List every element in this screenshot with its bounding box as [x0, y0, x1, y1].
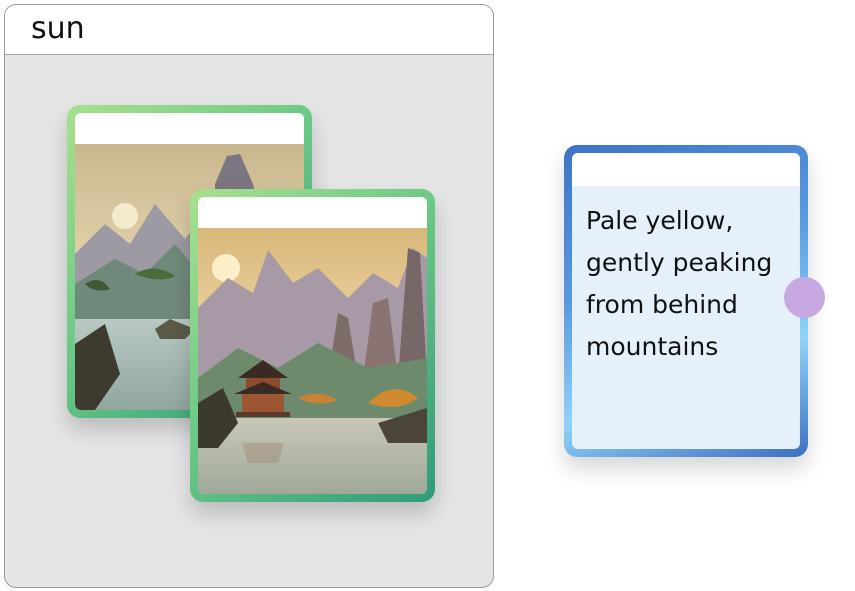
image-card-inner: [198, 197, 427, 494]
landscape-image: [198, 228, 427, 494]
text-card-content[interactable]: Pale yellow, gently peaking from behind …: [572, 186, 800, 368]
image-card-front[interactable]: [190, 189, 435, 502]
connector-handle-icon[interactable]: [784, 277, 825, 318]
group-title: sun: [31, 10, 85, 46]
text-card-inner: Pale yellow, gently peaking from behind …: [572, 153, 800, 449]
image-card-header: [75, 113, 304, 144]
text-card[interactable]: Pale yellow, gently peaking from behind …: [564, 145, 808, 457]
text-card-header: [572, 153, 800, 186]
group-header[interactable]: sun: [5, 5, 493, 55]
image-card-header: [198, 197, 427, 228]
canvas: sun Pale yellow, gently peaking from beh…: [0, 0, 855, 591]
